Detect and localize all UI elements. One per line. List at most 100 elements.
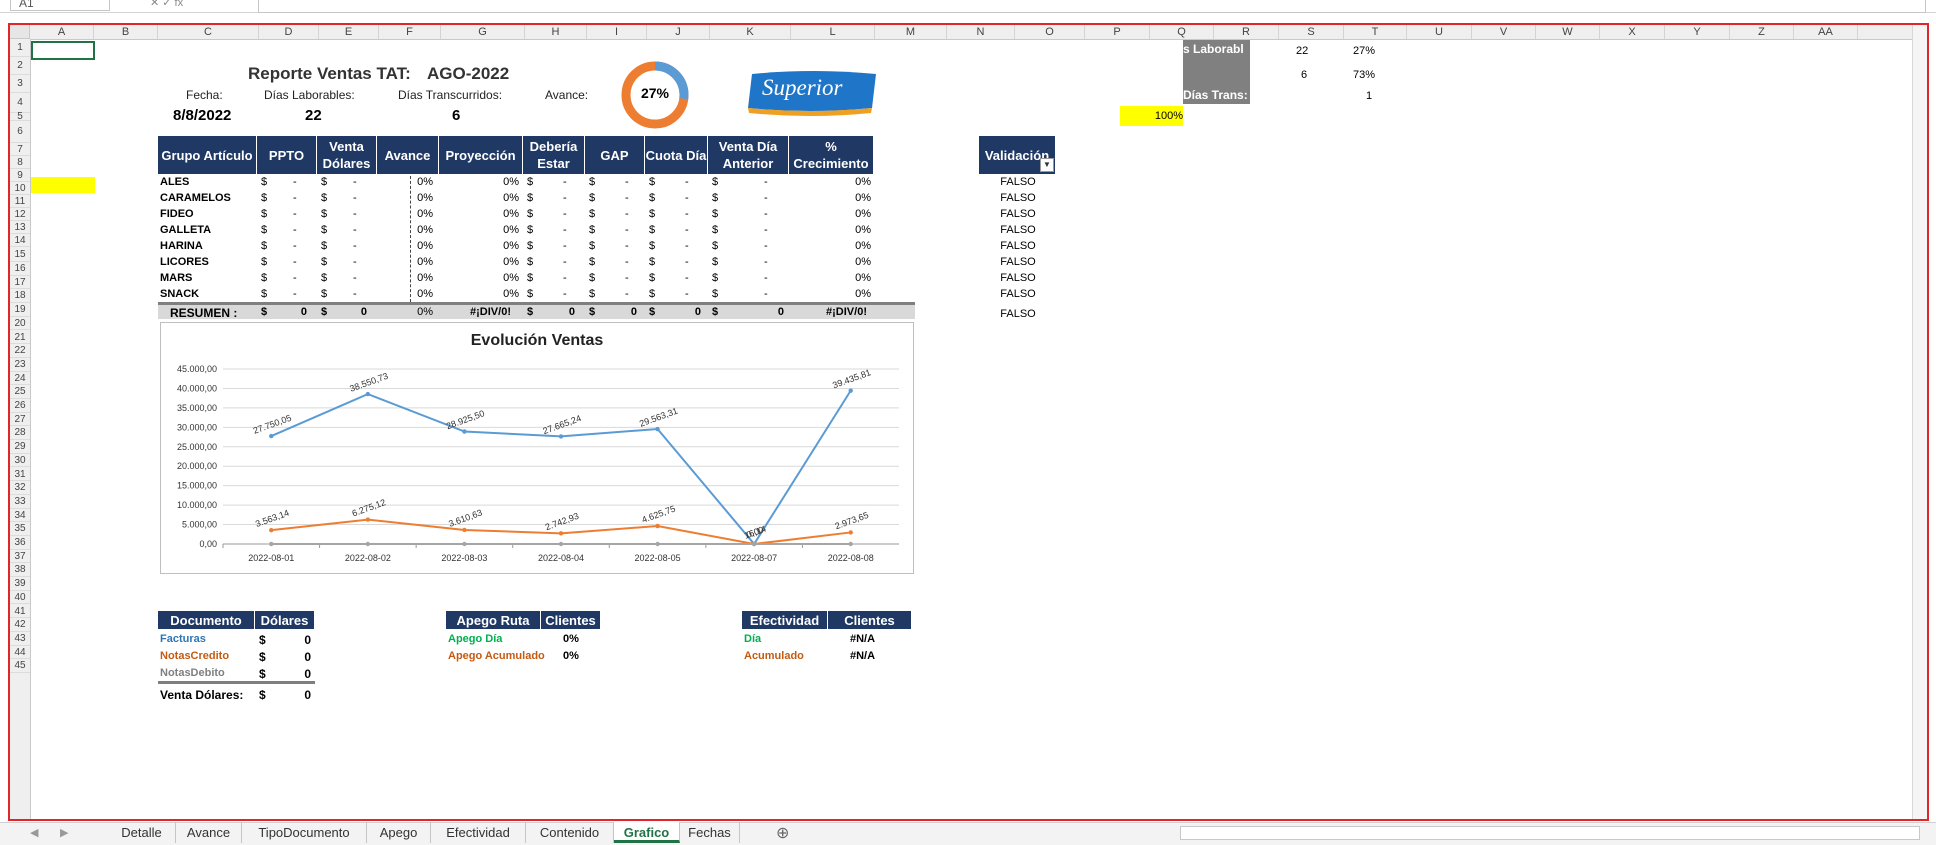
row-header[interactable]: 37 <box>10 550 30 564</box>
row-header[interactable]: 14 <box>10 234 30 247</box>
sheet-tab[interactable]: Efectividad <box>431 822 526 843</box>
row-header[interactable]: 45 <box>10 659 30 673</box>
row-header[interactable]: 44 <box>10 646 30 660</box>
tab-scroll-right-icon[interactable]: ▶ <box>60 826 68 839</box>
row-header[interactable]: 22 <box>10 344 30 358</box>
row-header[interactable]: 33 <box>10 495 30 509</box>
dash: - <box>685 224 689 236</box>
select-all-corner[interactable] <box>10 25 30 39</box>
name-box[interactable]: A1 <box>10 0 110 11</box>
column-header[interactable]: R <box>1214 25 1279 39</box>
column-header[interactable]: T <box>1344 25 1407 39</box>
row-header[interactable]: 10 <box>10 182 30 195</box>
column-header[interactable]: Z <box>1730 25 1794 39</box>
row-value: #N/A <box>850 650 876 662</box>
row-header[interactable]: 42 <box>10 618 30 632</box>
row-header[interactable]: 43 <box>10 632 30 646</box>
row-header[interactable]: 17 <box>10 276 30 290</box>
row-header[interactable]: 34 <box>10 509 30 523</box>
column-header[interactable]: O <box>1015 25 1085 39</box>
row-header[interactable]: 32 <box>10 481 30 495</box>
row-header[interactable]: 8 <box>10 156 30 169</box>
row-header[interactable]: 29 <box>10 440 30 454</box>
active-cell-A1[interactable] <box>31 41 95 60</box>
row-header[interactable]: 20 <box>10 317 30 331</box>
column-header[interactable]: C <box>158 25 259 39</box>
summary-crecimiento: #¡DIV/0! <box>826 306 867 318</box>
row-header[interactable]: 23 <box>10 358 30 372</box>
column-header[interactable]: E <box>319 25 379 39</box>
row-header[interactable]: 11 <box>10 195 30 208</box>
dash: - <box>764 240 768 252</box>
row-header[interactable]: 36 <box>10 536 30 550</box>
row-header[interactable]: 40 <box>10 591 30 605</box>
column-header[interactable]: AA <box>1794 25 1858 39</box>
row-header[interactable]: 24 <box>10 372 30 386</box>
column-header[interactable]: F <box>379 25 441 39</box>
row-header[interactable]: 28 <box>10 426 30 441</box>
formula-icons[interactable]: ✕ ✓ fx <box>150 0 183 9</box>
row-header[interactable]: 26 <box>10 399 30 413</box>
sheet-tab[interactable]: Contenido <box>526 822 614 843</box>
row-header[interactable]: 4 <box>10 93 30 113</box>
dash: - <box>764 208 768 220</box>
column-header[interactable]: S <box>1279 25 1344 39</box>
row-header[interactable]: 7 <box>10 143 30 156</box>
row-header[interactable]: 5 <box>10 112 30 122</box>
row-header[interactable]: 38 <box>10 563 30 578</box>
tab-scroll-left-icon[interactable]: ◀ <box>30 826 38 839</box>
column-header[interactable]: G <box>441 25 525 39</box>
column-header[interactable]: W <box>1536 25 1600 39</box>
filter-dropdown-icon[interactable]: ▼ <box>1040 158 1054 172</box>
column-header[interactable]: N <box>947 25 1015 39</box>
row-header[interactable]: 3 <box>10 75 30 93</box>
column-header[interactable]: H <box>525 25 587 39</box>
row-header[interactable]: 25 <box>10 385 30 399</box>
sheet-tab[interactable]: Grafico <box>614 822 680 843</box>
row-header[interactable]: 2 <box>10 57 30 75</box>
row-header[interactable]: 35 <box>10 522 30 536</box>
row-header[interactable]: 30 <box>10 454 30 468</box>
row-header[interactable]: 12 <box>10 208 30 221</box>
row-header[interactable]: 27 <box>10 413 30 427</box>
formula-input[interactable] <box>258 0 1926 13</box>
row-header[interactable]: 19 <box>10 303 30 317</box>
add-sheet-button[interactable]: ⊕ <box>776 823 789 843</box>
sheet-tab[interactable]: Fechas <box>680 822 740 843</box>
row-header[interactable]: 21 <box>10 331 30 345</box>
column-header[interactable]: J <box>647 25 710 39</box>
sheet-tab[interactable]: Avance <box>176 822 242 843</box>
column-header[interactable]: A <box>30 25 94 39</box>
row-header[interactable]: 9 <box>10 169 30 182</box>
row-header[interactable]: 15 <box>10 247 30 262</box>
column-header[interactable]: Y <box>1665 25 1730 39</box>
row-header[interactable]: 39 <box>10 577 30 591</box>
column-header[interactable]: X <box>1600 25 1665 39</box>
highlight-cell-A7 <box>31 177 95 193</box>
column-header[interactable]: B <box>94 25 158 39</box>
column-header[interactable]: V <box>1472 25 1536 39</box>
row-header[interactable]: 31 <box>10 468 30 482</box>
sheet-tab[interactable]: Detalle <box>108 822 176 843</box>
horizontal-scrollbar[interactable] <box>1180 826 1920 840</box>
row-header[interactable]: 41 <box>10 605 30 619</box>
row-header[interactable]: 16 <box>10 262 30 276</box>
sheet-tab[interactable]: Apego <box>367 822 431 843</box>
column-header[interactable]: L <box>791 25 875 39</box>
sales-evolution-chart[interactable]: 0,00 5.000,00 10.000,00 15.000,00 20.000,00 2… <box>160 322 914 574</box>
vertical-scrollbar[interactable] <box>1912 25 1927 820</box>
sheet-tab[interactable]: TipoDocumento <box>242 822 367 843</box>
column-header[interactable]: I <box>587 25 647 39</box>
column-header[interactable]: M <box>875 25 947 39</box>
column-header[interactable]: U <box>1407 25 1472 39</box>
side-blank-q2 <box>1183 58 1250 86</box>
row-header[interactable]: 18 <box>10 289 30 304</box>
row-header[interactable]: 13 <box>10 221 30 234</box>
column-header[interactable]: K <box>710 25 791 39</box>
row-header[interactable]: 1 <box>10 39 30 57</box>
column-header[interactable]: P <box>1085 25 1150 39</box>
row-label: NotasDebito <box>160 667 225 679</box>
row-header[interactable]: 6 <box>10 121 30 143</box>
column-header[interactable]: D <box>259 25 319 39</box>
column-header[interactable]: Q <box>1150 25 1214 39</box>
